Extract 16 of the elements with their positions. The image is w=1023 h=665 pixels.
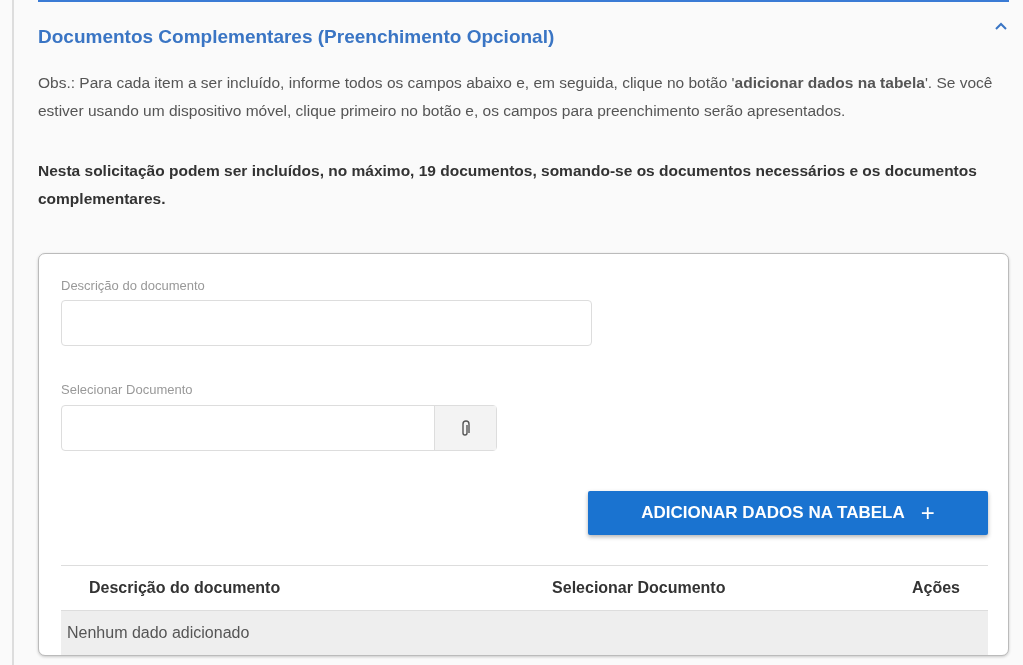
attach-button[interactable]	[434, 405, 496, 450]
plus-icon: +	[920, 494, 935, 531]
column-header: Descrição do documento	[61, 565, 456, 611]
field-label: Descrição do documento	[61, 276, 206, 295]
section-title: Documentos Complementares (Preenchimento Opcional)	[38, 26, 555, 49]
limit-text: Nesta solicitação podem ser incluídos, no máximo, 19 documentos, somando-se os documentos necessários e os documentos complementares.	[38, 160, 978, 209]
chevron-icon[interactable]	[993, 20, 1009, 32]
paperclip-icon	[460, 418, 471, 437]
column-header: Selecionar Documento	[455, 565, 822, 611]
file-field[interactable]	[61, 404, 497, 451]
add-data-button[interactable]: ADICIONAR DADOS NA TABELA +	[588, 490, 988, 535]
field-label: Selecionar Documento	[61, 381, 194, 400]
column-header: Ações	[821, 565, 988, 611]
instruction-text: Obs.: Para cada item a ser incluído, informe todos os campos abaixo e, em seguida, clique no botão 'adicionar dados na tabela'. Se você estiver usando um dispositivo móvel, clique primeiro no botão e, os campos para preenchimento serão apresentados.	[38, 72, 994, 121]
empty-message: Nenhum dado adicionado	[61, 610, 988, 655]
description-field[interactable]	[61, 300, 592, 347]
